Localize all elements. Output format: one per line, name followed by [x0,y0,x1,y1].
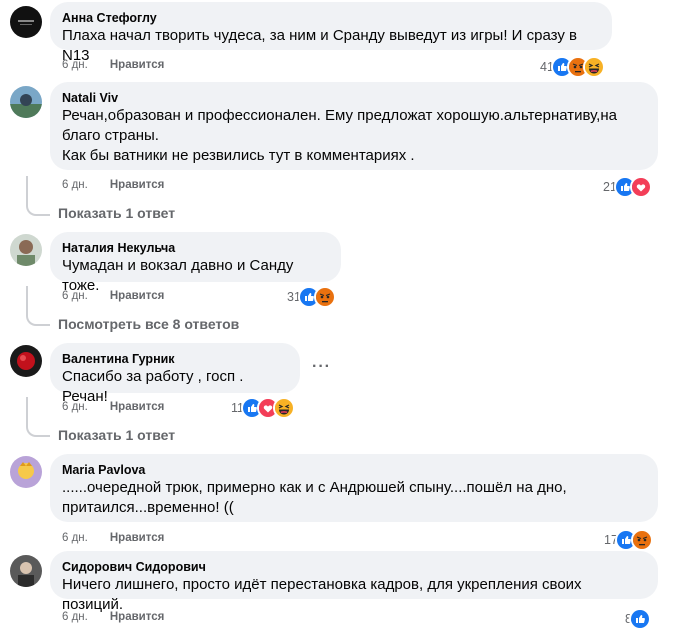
haha-reaction-icon [272,397,295,419]
comment-author[interactable]: Наталия Некульча [62,240,329,256]
reaction-summary[interactable]: 21 [603,176,652,198]
comment-bubble: Natali Viv Речан,образован и профессиона… [50,82,658,170]
comment-bubble: Анна Стефоглу Плаха начал творить чудеса… [50,2,612,64]
comment-bubble: Валентина Гурник Спасибо за работу , гос… [50,343,300,405]
comment-text: Речан,образован и профессионален. Ему пр… [62,107,617,124]
comment: Наталия Некульча Чумадан и вокзал давно … [0,230,686,340]
avatar-image [10,456,42,488]
like-button[interactable]: Нравится [110,59,164,71]
comment-author[interactable]: Natali Viv [62,90,646,106]
comment-author[interactable]: Валентина Гурник [62,351,288,367]
comment-text: Ничего лишнего, просто идёт перестановка… [62,576,582,613]
show-replies-link[interactable]: Показать 1 ответ [58,205,175,221]
comment-time[interactable]: 6 дн. [62,401,88,413]
comment-meta: 6 дн. Нравится [62,290,164,302]
love-reaction-icon [629,176,652,198]
reaction-summary[interactable]: 31 [287,286,336,308]
comment: Сидорович Сидорович Ничего лишнего, прос… [0,549,686,630]
avatar[interactable] [10,456,42,488]
like-button[interactable]: Нравится [110,401,164,413]
comment-bubble: Наталия Некульча Чумадан и вокзал давно … [50,232,341,294]
avatar[interactable] [10,234,42,266]
like-button[interactable]: Нравится [110,532,164,544]
avatar[interactable] [10,86,42,118]
reply-thread-line [26,286,50,326]
reaction-summary[interactable]: 17 [604,529,653,551]
comment-text: благо страны. [62,127,159,144]
comment: Natali Viv Речан,образован и профессиона… [0,80,686,225]
comment: Maria Pavlova ......очередной трюк, прим… [0,452,686,551]
like-button[interactable]: Нравится [110,611,164,623]
comment: Анна Стефоглу Плаха начал творить чудеса… [0,0,686,80]
comment-time[interactable]: 6 дн. [62,532,88,544]
comment-time[interactable]: 6 дн. [62,290,88,302]
reaction-summary[interactable]: 11 [231,397,295,419]
comment-meta: 6 дн. Нравится [62,179,164,191]
like-reaction-icon [628,608,651,630]
angry-reaction-icon [630,529,653,551]
show-replies-link[interactable]: Посмотреть все 8 ответов [58,316,239,332]
like-button[interactable]: Нравится [110,290,164,302]
more-options-icon[interactable]: ··· [312,358,331,376]
comment-time[interactable]: 6 дн. [62,59,88,71]
comment-bubble: Maria Pavlova ......очередной трюк, прим… [50,454,658,522]
avatar-image [10,86,42,118]
comment-author[interactable]: Сидорович Сидорович [62,559,646,575]
comment-text: притаился...временно! (( [62,499,234,516]
like-button[interactable]: Нравится [110,179,164,191]
comment-meta: 6 дн. Нравится [62,532,164,544]
avatar[interactable] [10,345,42,377]
comment-meta: 6 дн. Нравится [62,401,164,413]
angry-reaction-icon [313,286,336,308]
comment-text: ......очередной трюк, примерно как и с А… [62,479,567,496]
comment-author[interactable]: Maria Pavlova [62,462,646,478]
haha-reaction-icon [582,56,605,78]
avatar-image [10,555,42,587]
comment-time[interactable]: 6 дн. [62,179,88,191]
avatar-image [10,345,42,377]
comment-meta: 6 дн. Нравится [62,59,164,71]
show-replies-link[interactable]: Показать 1 ответ [58,427,175,443]
comment-author[interactable]: Анна Стефоглу [62,10,600,26]
avatar[interactable] [10,6,42,38]
avatar-image [10,6,42,38]
comment-bubble: Сидорович Сидорович Ничего лишнего, прос… [50,551,658,613]
reply-thread-line [26,176,50,216]
comment-time[interactable]: 6 дн. [62,611,88,623]
comment-text: Как бы ватники не резвились тут в коммен… [62,147,415,164]
comment: Валентина Гурник Спасибо за работу , гос… [0,341,686,451]
comment-meta: 6 дн. Нравится [62,611,164,623]
reaction-summary[interactable]: 8 [625,608,651,630]
avatar-image [10,234,42,266]
reply-thread-line [26,397,50,437]
avatar[interactable] [10,555,42,587]
reaction-summary[interactable]: 41 [540,56,605,78]
